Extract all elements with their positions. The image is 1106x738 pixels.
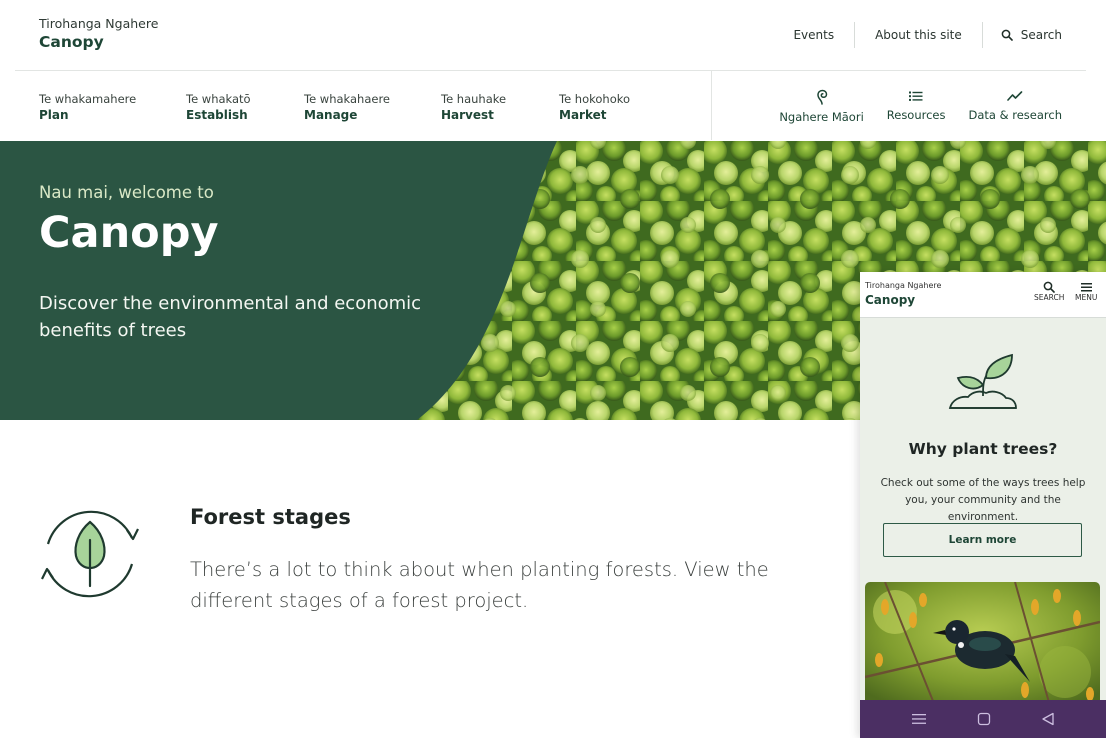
search-icon [1043, 281, 1055, 293]
mobile-header: Tirohanga Ngahere Canopy SEARCH MENU [860, 272, 1106, 318]
search-button[interactable]: Search [983, 22, 1062, 48]
back-icon[interactable] [1041, 712, 1055, 726]
nav-item-manage[interactable]: Te whakahaere Manage [304, 91, 441, 123]
learn-more-button[interactable]: Learn more [883, 523, 1082, 557]
search-icon [1001, 29, 1013, 41]
nav-item-ngahere-maori[interactable]: Ngahere Māori [779, 89, 864, 124]
nav-item-label: Resources [886, 108, 946, 122]
nav-item-subtitle: Te hokohoko [559, 92, 631, 106]
forest-stages-title[interactable]: Forest stages [190, 505, 351, 529]
nav-item-data-research[interactable]: Data & research [968, 89, 1063, 124]
icon-nav: Ngahere Māori Resources Data & research [779, 89, 1062, 124]
nav-item-harvest[interactable]: Te hauhake Harvest [441, 91, 559, 123]
header-divider [15, 70, 1086, 71]
hamburger-icon [1080, 283, 1092, 292]
tui-bird-photo [865, 582, 1100, 706]
list-icon [909, 91, 923, 101]
mobile-card-title: Why plant trees? [908, 440, 1058, 458]
mobile-menu-label: MENU [1075, 293, 1098, 302]
nav-item-resources[interactable]: Resources [887, 89, 946, 124]
nav-divider [711, 71, 712, 140]
nav-item-subtitle: Te whakatō [186, 92, 251, 106]
mobile-card-description: Check out some of the ways trees help yo… [880, 477, 1086, 523]
utility-nav: Events About this site Search [793, 22, 1062, 48]
nav-item-label: Data & research [968, 108, 1063, 122]
hero-content: Nau mai, welcome to Canopy Discover the … [39, 183, 469, 344]
nav-item-label: Market [559, 108, 607, 122]
trend-line-icon [1007, 91, 1023, 101]
seedling-icon [948, 353, 1017, 409]
hero-title: Canopy [39, 208, 219, 258]
nav-item-subtitle: Te hauhake [441, 92, 507, 106]
nav-item-label: Manage [304, 108, 358, 122]
search-label: Search [1020, 28, 1062, 42]
nav-item-label: Plan [39, 108, 69, 122]
mobile-brand-subtitle: Tirohanga Ngahere [865, 281, 942, 290]
nav-item-label: Harvest [441, 108, 494, 122]
nav-item-label: Establish [186, 108, 248, 122]
nav-item-subtitle: Te whakahaere [304, 92, 391, 106]
koru-icon [816, 89, 827, 105]
about-link[interactable]: About this site [855, 22, 982, 48]
mobile-brand-title[interactable]: Canopy [865, 293, 915, 307]
nav-item-subtitle: Te whakamahere [39, 92, 137, 106]
mobile-search-label: SEARCH [1034, 293, 1065, 302]
main-nav: Te whakamahere Plan Te whakatō Establish… [39, 91, 669, 123]
nav-item-label: Ngahere Māori [779, 110, 864, 124]
hero-description: Discover the environmental and economic … [39, 293, 422, 341]
nav-item-plan[interactable]: Te whakamahere Plan [39, 91, 186, 123]
brand-title: Canopy [39, 33, 104, 51]
brand-subtitle: Tirohanga Ngahere [39, 16, 159, 31]
home-icon[interactable] [977, 712, 991, 726]
android-nav-bar [860, 700, 1106, 738]
mobile-preview: Tirohanga Ngahere Canopy SEARCH MENU Why… [860, 272, 1106, 738]
site-brand[interactable]: Tirohanga Ngahere Canopy [39, 16, 158, 52]
recent-apps-icon[interactable] [911, 712, 927, 726]
forest-cycle-icon[interactable] [36, 502, 144, 606]
mobile-menu-button[interactable]: MENU [1075, 281, 1097, 302]
nav-item-market[interactable]: Te hokohoko Market [559, 91, 669, 123]
forest-stages-description: There’s a lot to think about when planti… [190, 558, 769, 612]
events-link[interactable]: Events [793, 22, 854, 48]
mobile-search-button[interactable]: SEARCH [1034, 281, 1064, 302]
nav-item-establish[interactable]: Te whakatō Establish [186, 91, 304, 123]
hero-kicker: Nau mai, welcome to [39, 183, 214, 202]
